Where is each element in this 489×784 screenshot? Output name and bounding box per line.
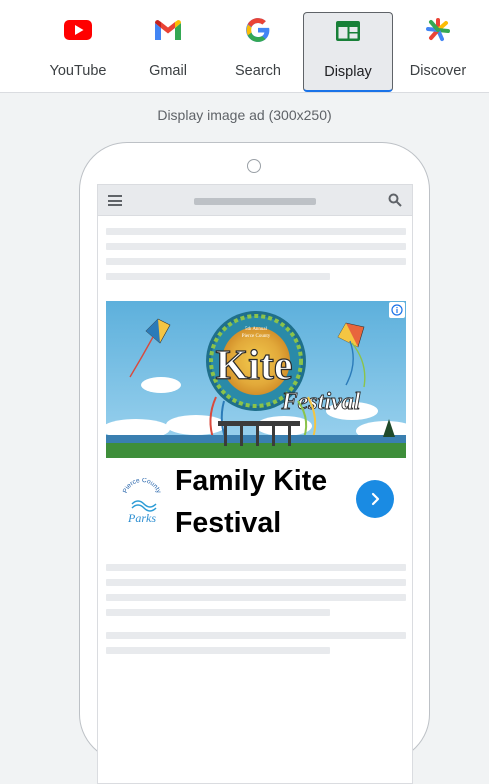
placeholder-text-line xyxy=(106,632,406,639)
display-ad[interactable]: 5th Annual Pierce County Kite Festival P… xyxy=(106,301,406,551)
ad-choices-button[interactable] xyxy=(389,302,405,318)
logo-arc-text: Pierce County xyxy=(122,478,162,495)
ad-format-tabbar: YouTube Gmail Search Display Discover xyxy=(0,0,489,93)
placeholder-text-line xyxy=(106,273,330,280)
tab-label: Display xyxy=(324,64,372,80)
ad-headline[interactable]: Family Kite Festival xyxy=(175,460,345,544)
advertiser-logo: Pierce County Parks xyxy=(120,477,164,526)
tab-label: Gmail xyxy=(149,63,187,79)
discover-icon xyxy=(424,16,452,44)
tab-label: Discover xyxy=(409,63,467,79)
tab-label: Search xyxy=(235,63,281,79)
placeholder-text-line xyxy=(106,243,406,250)
placeholder-text-line xyxy=(106,564,406,571)
preview-caption: Display image ad (300x250) xyxy=(157,107,332,123)
ad-image-title: Kite xyxy=(216,343,293,389)
ad-text-area: Pierce County Parks Family Kite Festival xyxy=(106,458,406,551)
google-g-icon xyxy=(244,16,272,44)
phone-camera xyxy=(247,159,261,173)
tab-discover[interactable]: Discover xyxy=(393,12,483,92)
tab-label: YouTube xyxy=(49,63,107,79)
search-icon xyxy=(388,193,402,207)
chevron-right-icon xyxy=(371,492,380,506)
browser-toolbar xyxy=(98,185,412,216)
placeholder-text-line xyxy=(106,594,406,601)
logo-script-text: Parks xyxy=(127,511,156,525)
ad-image-subtitle: 5th Annual xyxy=(245,327,268,332)
phone-screen: 5th Annual Pierce County Kite Festival P… xyxy=(97,184,413,784)
youtube-icon xyxy=(64,16,92,44)
tab-youtube[interactable]: YouTube xyxy=(33,12,123,92)
phone-mockup: 5th Annual Pierce County Kite Festival P… xyxy=(79,142,430,784)
placeholder-text-line xyxy=(106,647,330,654)
ad-hero-image: 5th Annual Pierce County Kite Festival xyxy=(106,301,406,458)
placeholder-text-line xyxy=(106,228,406,235)
tab-display[interactable]: Display xyxy=(303,12,393,92)
info-icon xyxy=(391,304,403,316)
ad-cta-button[interactable] xyxy=(356,480,394,518)
placeholder-text-line xyxy=(106,609,330,616)
hamburger-menu-icon xyxy=(108,195,122,206)
address-bar-placeholder xyxy=(194,198,316,205)
placeholder-text-line xyxy=(106,258,406,265)
ad-image-subtitle: Pierce County xyxy=(242,334,271,339)
tab-search[interactable]: Search xyxy=(213,12,303,92)
tab-gmail[interactable]: Gmail xyxy=(123,12,213,92)
placeholder-text-line xyxy=(106,579,406,586)
gmail-icon xyxy=(154,16,182,44)
ad-image-title: Festival xyxy=(281,389,361,415)
display-icon xyxy=(334,17,362,45)
